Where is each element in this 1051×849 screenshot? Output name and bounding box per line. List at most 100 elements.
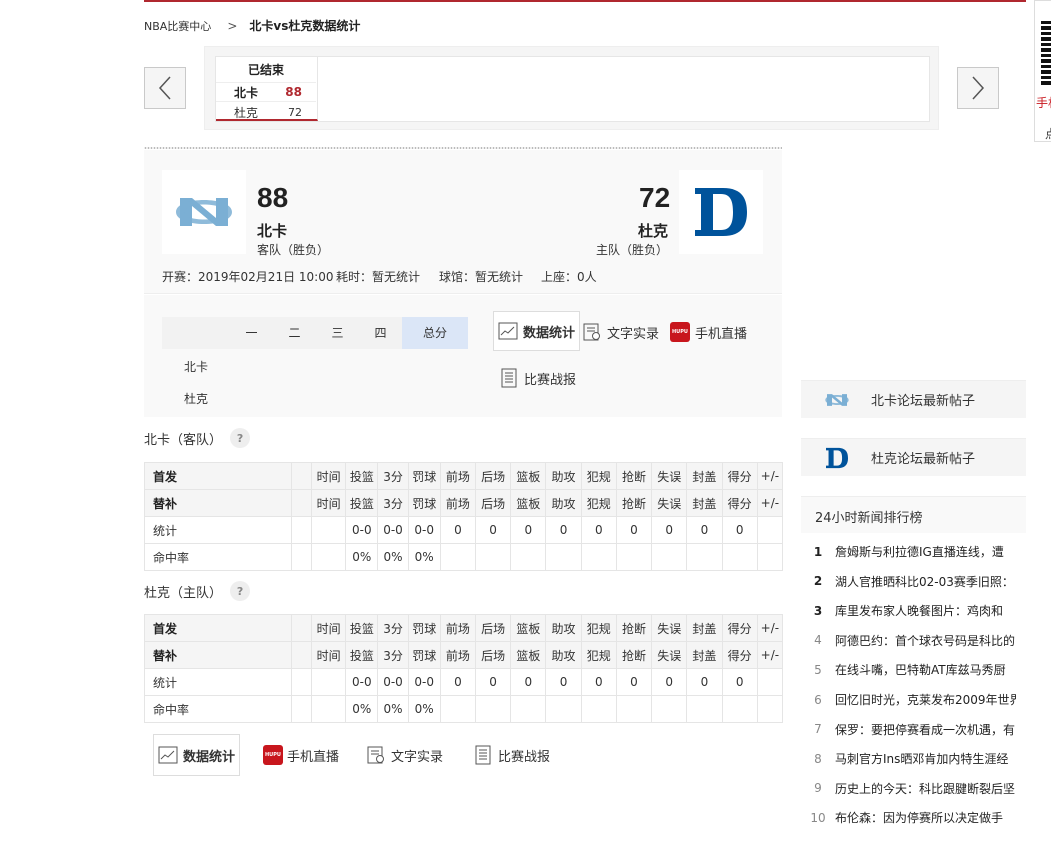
news-item[interactable]: 3 库里发布家人晚餐图片：鸡肉和 [801, 596, 1026, 625]
bottom-tab-stats[interactable]: 数据统计 [153, 734, 241, 776]
breadcrumb: NBA比赛中心 > 北卡vs杜克数据统计 [144, 17, 360, 34]
column-header: 投篮 [345, 614, 379, 642]
stat-cell: 0% [345, 543, 379, 571]
column-header: 封盖 [686, 462, 723, 490]
news-item[interactable]: 8 马刺官方Ins晒邓肯加内特生涯经 [801, 744, 1026, 773]
news-rank: 10 [810, 810, 826, 825]
column-header: +/- [756, 489, 784, 517]
column-header: 篮板 [510, 489, 547, 517]
home-team-name: 杜克 [638, 222, 669, 240]
bottom-tab-mobile-live-label: 手机直播 [287, 749, 340, 765]
stat-cell: 0 [686, 516, 723, 544]
bottom-tab-mobile-live[interactable]: HUPU 手机直播 [263, 745, 339, 765]
help-icon[interactable]: ? [230, 581, 251, 601]
percentage-row: 命中率 0% 0% 0% [144, 695, 784, 723]
bench-row-label: 替补 [144, 641, 292, 669]
column-header: 篮板 [510, 462, 547, 490]
news-item[interactable]: 6 回忆旧时光，克莱发布2009年世界 [801, 685, 1026, 714]
column-header: 助攻 [545, 641, 582, 669]
news-item[interactable]: 5 在线斗嘴，巴特勒AT库兹马秀厨 [801, 655, 1026, 684]
tab-mobile-live[interactable]: HUPU 手机直播 [670, 322, 747, 342]
chart-icon [158, 745, 178, 765]
news-title: 保罗：要把停赛看成一次机遇，有 [835, 722, 1016, 737]
percentage-row-label: 命中率 [144, 695, 292, 723]
column-header: 犯规 [580, 641, 617, 669]
totals-row-label: 统计 [144, 516, 292, 544]
help-icon[interactable]: ? [230, 428, 251, 448]
column-header: 抢断 [615, 641, 653, 669]
stat-cell: 0 [439, 668, 477, 696]
column-header: 罚球 [407, 614, 441, 642]
tab-report-label: 比赛战报 [524, 372, 577, 388]
column-header: +/- [756, 614, 784, 642]
column-header: 抢断 [615, 614, 653, 642]
news-title: 在线斗嘴，巴特勒AT库兹马秀厨 [835, 663, 1006, 678]
stat-cell [475, 543, 512, 571]
tab-report[interactable]: 比赛战报 [499, 368, 576, 388]
qr-label: 手机 [1036, 96, 1051, 110]
column-header: 助攻 [545, 462, 582, 490]
column-header: 得分 [721, 641, 758, 669]
news-item[interactable]: 7 保罗：要把停赛看成一次机遇，有 [801, 715, 1026, 744]
stat-cell [651, 543, 688, 571]
sidebar-unc-forum-link[interactable]: 北卡论坛最新帖子 [801, 380, 1026, 418]
quarter-header: 一 二 三 四 总分 [162, 317, 468, 349]
news-item[interactable]: 10 布伦森：因为停赛所以决定做手 [801, 803, 1026, 832]
stat-cell: 0% [345, 695, 379, 723]
column-header: 罚球 [407, 641, 441, 669]
news-rank: 8 [814, 751, 822, 766]
tab-stats[interactable]: 数据统计 [493, 311, 581, 351]
breadcrumb-home-link[interactable]: NBA比赛中心 [144, 18, 211, 34]
qr-code-panel[interactable]: 手机 点 [1034, 0, 1051, 142]
sidebar-duke-forum-label: 杜克论坛最新帖子 [871, 452, 976, 467]
stat-cell [510, 695, 547, 723]
news-item[interactable]: 1 詹姆斯与利拉德IG直播连线，遭 [801, 537, 1026, 566]
column-header: 后场 [475, 489, 512, 517]
document-icon [366, 745, 386, 765]
stat-cell: 0% [377, 543, 409, 571]
stat-cell: 0-0 [377, 668, 409, 696]
carousel-prev-button[interactable] [144, 67, 186, 109]
quarter-1-header: 一 [245, 326, 258, 340]
hupu-icon: HUPU [263, 745, 283, 765]
column-header: 篮板 [510, 614, 547, 642]
bottom-tab-report[interactable]: 比赛战报 [473, 745, 550, 765]
column-header: 犯规 [580, 489, 617, 517]
quarter-team-home: 杜克 [184, 392, 209, 406]
stat-cell: 0-0 [345, 668, 379, 696]
news-rank: 2 [813, 574, 823, 589]
stat-cell: 0 [615, 516, 653, 544]
news-rank: 3 [813, 603, 823, 618]
game-arena: 球馆：暂无统计 [439, 270, 524, 284]
stat-cell: 0 [510, 668, 547, 696]
home-stats-table: 首发 时间 投篮 3分 罚球 前场 后场 篮板 助攻 犯规 抢断 失误 封盖 得分 +/- 替补 时间 投篮 3分罚… [144, 614, 784, 723]
totals-row-label: 统计 [144, 668, 292, 696]
empty-cell [290, 516, 313, 544]
column-header: 后场 [475, 614, 512, 642]
stat-cell: 0 [545, 668, 582, 696]
quarter-scores-panel: 一 二 三 四 总分 北卡 杜克 数据统计 文字实录 HUPU 手机直播 比赛战… [144, 295, 782, 417]
team-score: 72 [288, 105, 302, 119]
sidebar-duke-forum-link[interactable]: 杜克论坛最新帖子 [801, 438, 1026, 476]
stat-cell [756, 695, 784, 723]
news-item[interactable]: 4 阿德巴约：首个球衣号码是科比的 [801, 626, 1026, 655]
totals-row: 统计 0-0 0-0 0-0 0 0 0 0 0 0 0 0 0 [144, 516, 784, 544]
game-card[interactable]: 已结束 北卡 88 杜克 72 [216, 57, 318, 121]
tab-stats-label: 数据统计 [523, 325, 576, 341]
duke-logo [679, 170, 763, 254]
column-header: 时间 [311, 614, 347, 642]
game-status: 已结束 [247, 63, 284, 77]
starters-row: 首发 时间 投篮 3分 罚球 前场 后场 篮板 助攻 犯规 抢断 失误 封盖 得分 +/- [144, 614, 784, 642]
game-attendance: 上座：0人 [541, 270, 597, 284]
carousel-next-button[interactable] [957, 67, 999, 109]
stat-cell [651, 695, 688, 723]
top-accent-line [144, 0, 1026, 2]
stat-cell: 0% [407, 543, 441, 571]
news-item[interactable]: 2 湖人官推晒科比02-03赛季旧照： [801, 567, 1026, 596]
news-item[interactable]: 9 历史上的今天：科比跟腱断裂后坚 [801, 774, 1026, 803]
bottom-tab-text-live[interactable]: 文字实录 [366, 745, 443, 765]
column-header: 投篮 [345, 641, 379, 669]
column-header: 犯规 [580, 614, 617, 642]
tab-text-live[interactable]: 文字实录 [582, 322, 659, 342]
column-header: 助攻 [545, 489, 582, 517]
